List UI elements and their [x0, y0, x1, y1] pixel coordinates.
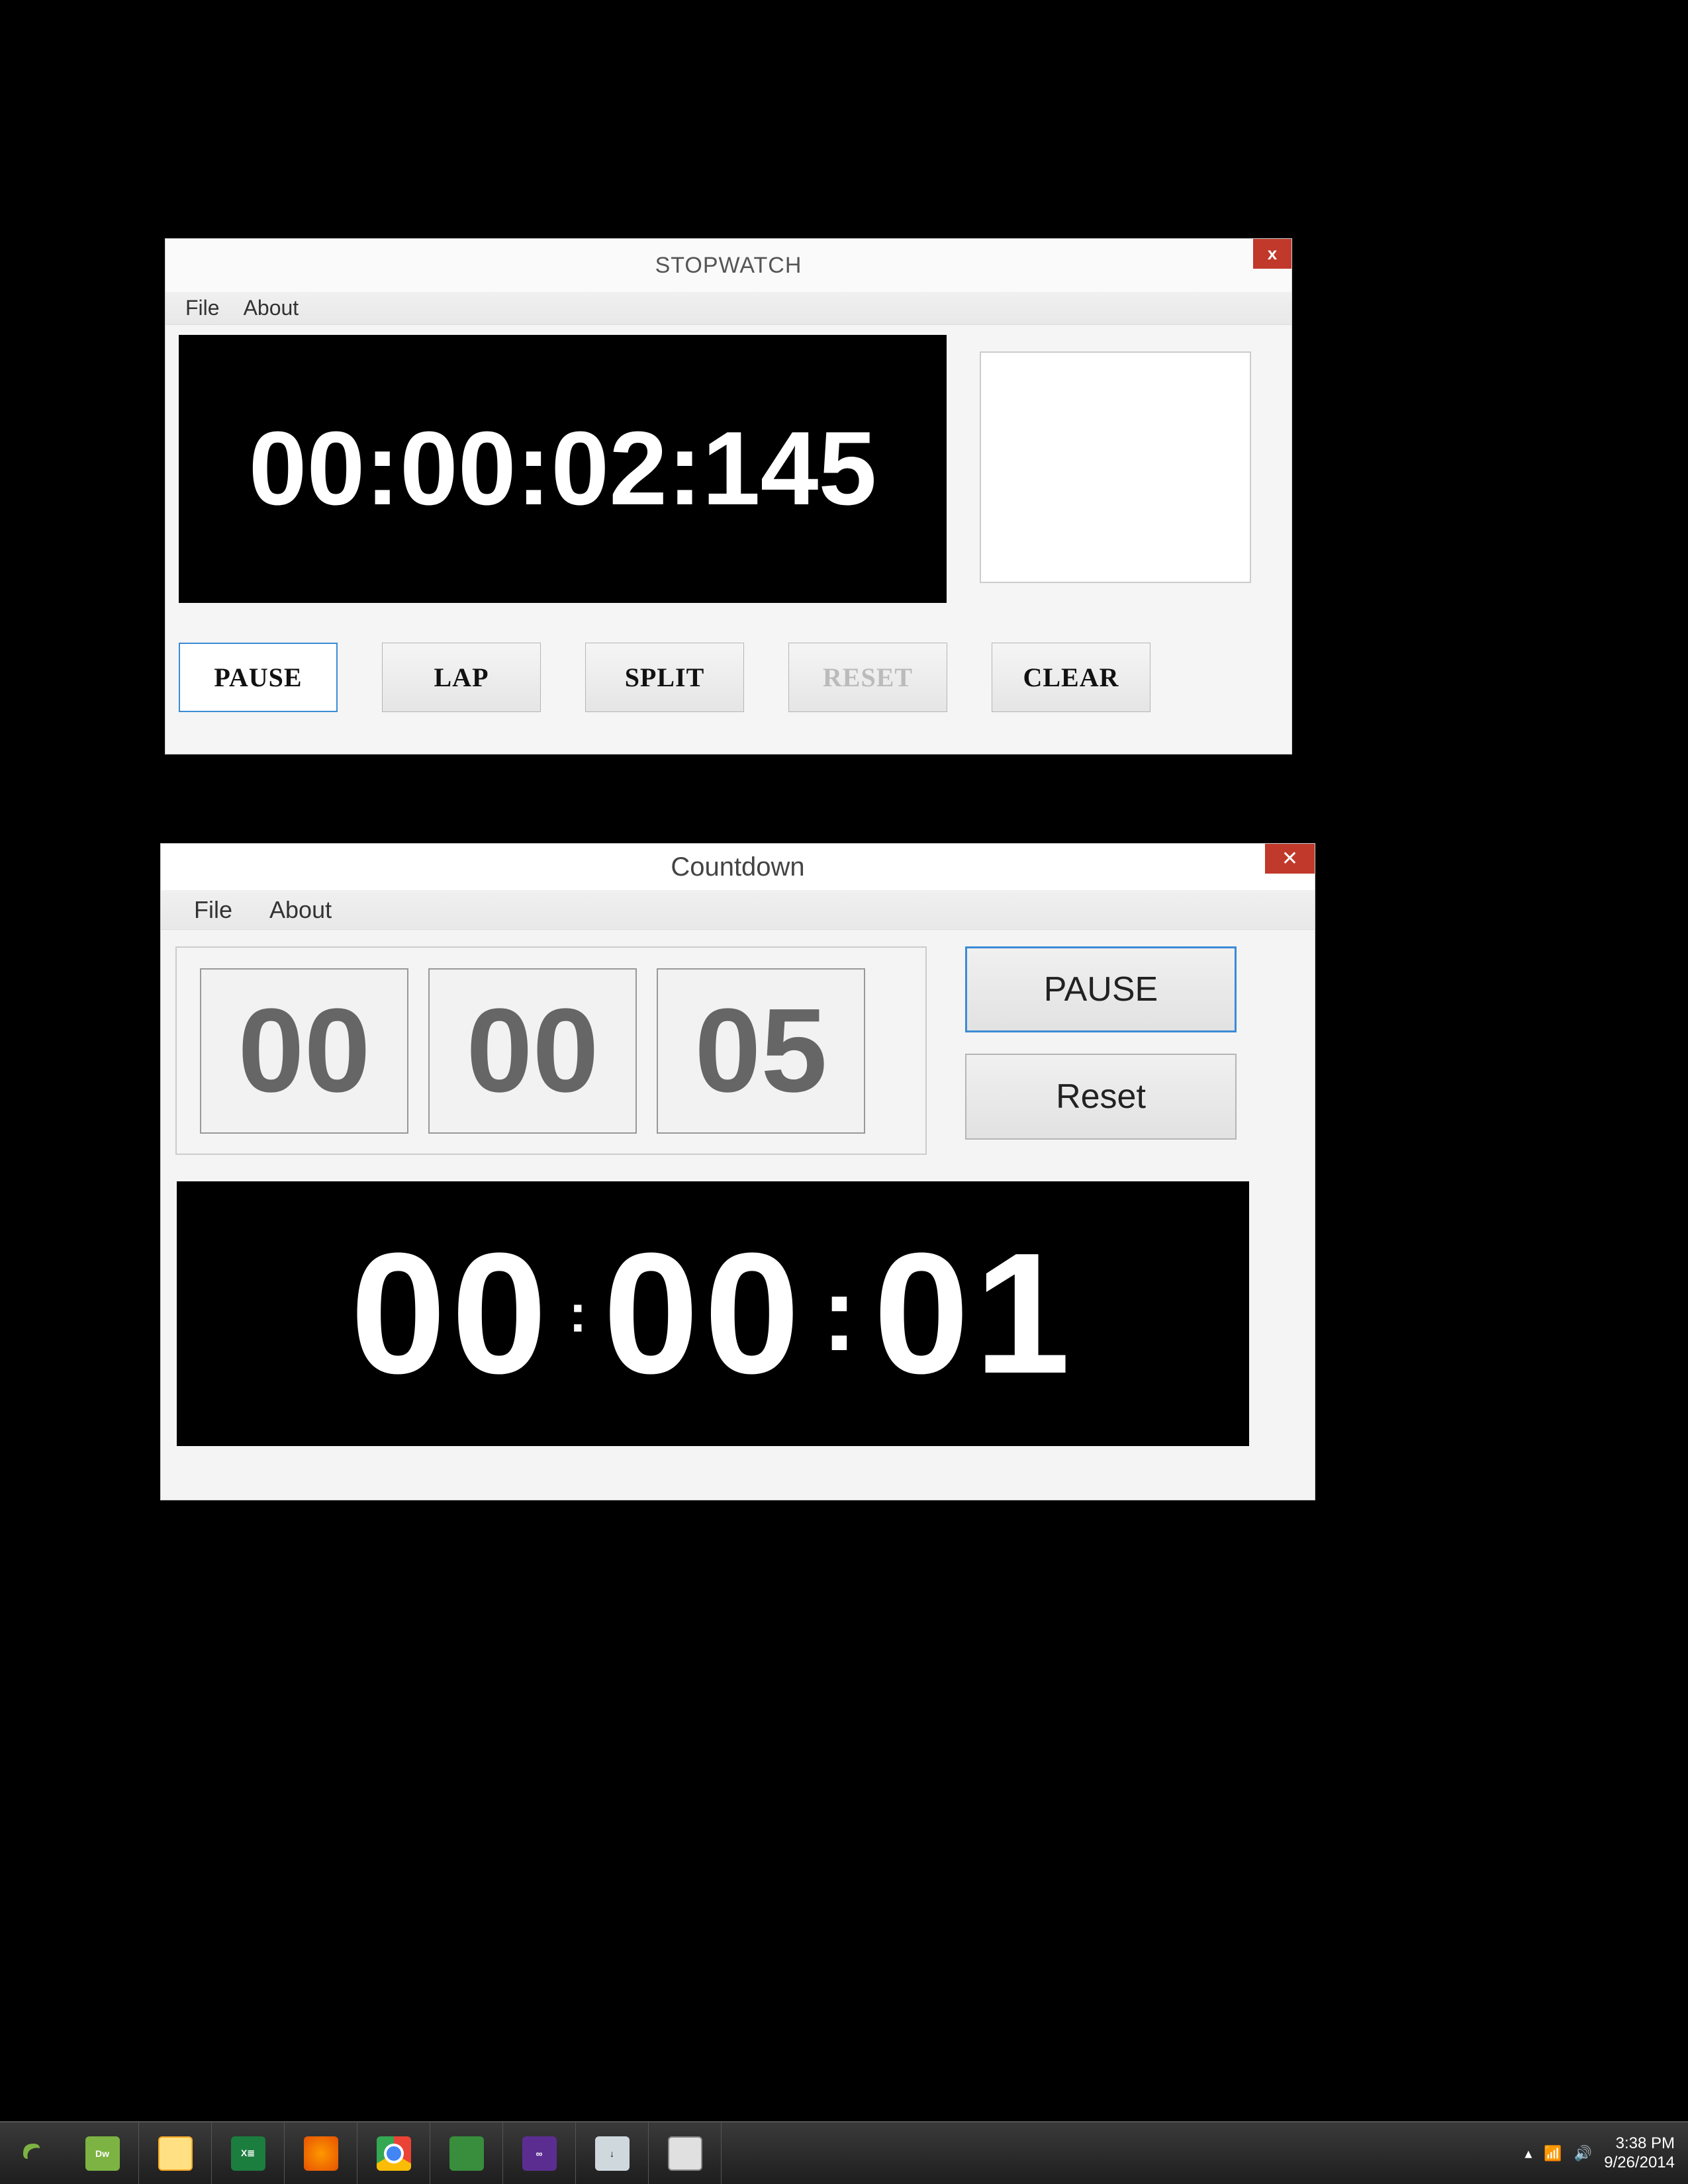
countdown-display-hours: 00 — [350, 1215, 552, 1413]
clock-date: 9/26/2014 — [1604, 2154, 1675, 2173]
tray-expand-icon[interactable]: ▴ — [1524, 2145, 1532, 2162]
menu-about[interactable]: About — [251, 893, 350, 927]
stopwatch-menubar: File About — [165, 292, 1291, 325]
dreamweaver-icon: Dw — [85, 2136, 120, 2171]
pause-button[interactable]: PAUSE — [179, 643, 338, 712]
taskbar-item-firefox[interactable] — [285, 2122, 357, 2184]
clock[interactable]: 3:38 PM 9/26/2014 — [1604, 2134, 1675, 2173]
split-button[interactable]: SPLIT — [585, 643, 744, 712]
countdown-window: Countdown ✕ File About 00 00 05 PAUSE Re… — [160, 843, 1315, 1500]
file-explorer-icon — [158, 2136, 193, 2171]
colon-icon: : — [565, 1283, 590, 1344]
taskbar-item-chrome[interactable] — [357, 2122, 430, 2184]
visual-studio-icon: ∞ — [522, 2136, 557, 2171]
taskbar-item-android-studio[interactable] — [430, 2122, 503, 2184]
taskbar: Dw X≣ ∞ ↓ ▴ 📶 🔊 3:38 PM 9/26/2014 — [0, 2121, 1688, 2184]
countdown-pause-button[interactable]: PAUSE — [965, 946, 1237, 1032]
close-icon: x — [1268, 244, 1277, 264]
countdown-title: Countdown — [671, 852, 804, 882]
countdown-menubar: File About — [161, 890, 1315, 930]
taskbar-item-visual-studio[interactable]: ∞ — [503, 2122, 576, 2184]
taskbar-item-running-app[interactable] — [649, 2122, 722, 2184]
start-icon — [20, 2140, 46, 2167]
colon-icon: : — [818, 1253, 860, 1375]
lap-button[interactable]: LAP — [382, 643, 541, 712]
chrome-icon — [377, 2136, 411, 2171]
countdown-display: 00 : 00 : 01 — [177, 1181, 1249, 1446]
close-icon: ✕ — [1282, 847, 1298, 870]
download-icon: ↓ — [595, 2136, 630, 2171]
stopwatch-display: 00:00:02:145 — [179, 335, 947, 603]
countdown-inputs-panel: 00 00 05 — [175, 946, 927, 1155]
menu-about[interactable]: About — [232, 293, 311, 323]
menu-file[interactable]: File — [175, 893, 251, 927]
stopwatch-close-button[interactable]: x — [1253, 239, 1291, 269]
countdown-titlebar[interactable]: Countdown ✕ — [161, 844, 1315, 890]
minutes-input[interactable]: 00 — [428, 968, 637, 1134]
android-icon — [449, 2136, 484, 2171]
hours-input[interactable]: 00 — [200, 968, 408, 1134]
taskbar-item-downloads[interactable]: ↓ — [576, 2122, 649, 2184]
system-tray: ▴ 📶 🔊 3:38 PM 9/26/2014 — [1524, 2134, 1688, 2173]
menu-file[interactable]: File — [173, 293, 232, 323]
network-icon[interactable]: 📶 — [1544, 2145, 1562, 2162]
countdown-close-button[interactable]: ✕ — [1265, 844, 1315, 874]
countdown-display-minutes: 00 — [603, 1215, 805, 1413]
seconds-input[interactable]: 05 — [657, 968, 865, 1134]
taskbar-item-excel[interactable]: X≣ — [212, 2122, 285, 2184]
taskbar-item-file-explorer[interactable] — [139, 2122, 212, 2184]
window-icon — [668, 2136, 702, 2171]
volume-icon[interactable]: 🔊 — [1574, 2145, 1592, 2162]
taskbar-items: Dw X≣ ∞ ↓ — [66, 2122, 722, 2184]
countdown-reset-button[interactable]: Reset — [965, 1054, 1237, 1140]
clock-time: 3:38 PM — [1616, 2134, 1675, 2154]
stopwatch-titlebar[interactable]: STOPWATCH x — [165, 239, 1291, 292]
taskbar-item-dreamweaver[interactable]: Dw — [66, 2122, 139, 2184]
reset-button: RESET — [788, 643, 947, 712]
firefox-icon — [304, 2136, 338, 2171]
excel-icon: X≣ — [231, 2136, 265, 2171]
clear-button[interactable]: CLEAR — [992, 643, 1150, 712]
stopwatch-laps-list[interactable] — [980, 351, 1251, 583]
stopwatch-window: STOPWATCH x File About 00:00:02:145 PAUS… — [165, 238, 1292, 754]
countdown-display-seconds: 01 — [874, 1215, 1076, 1413]
stopwatch-title: STOPWATCH — [655, 253, 802, 279]
start-button[interactable] — [0, 2122, 66, 2184]
